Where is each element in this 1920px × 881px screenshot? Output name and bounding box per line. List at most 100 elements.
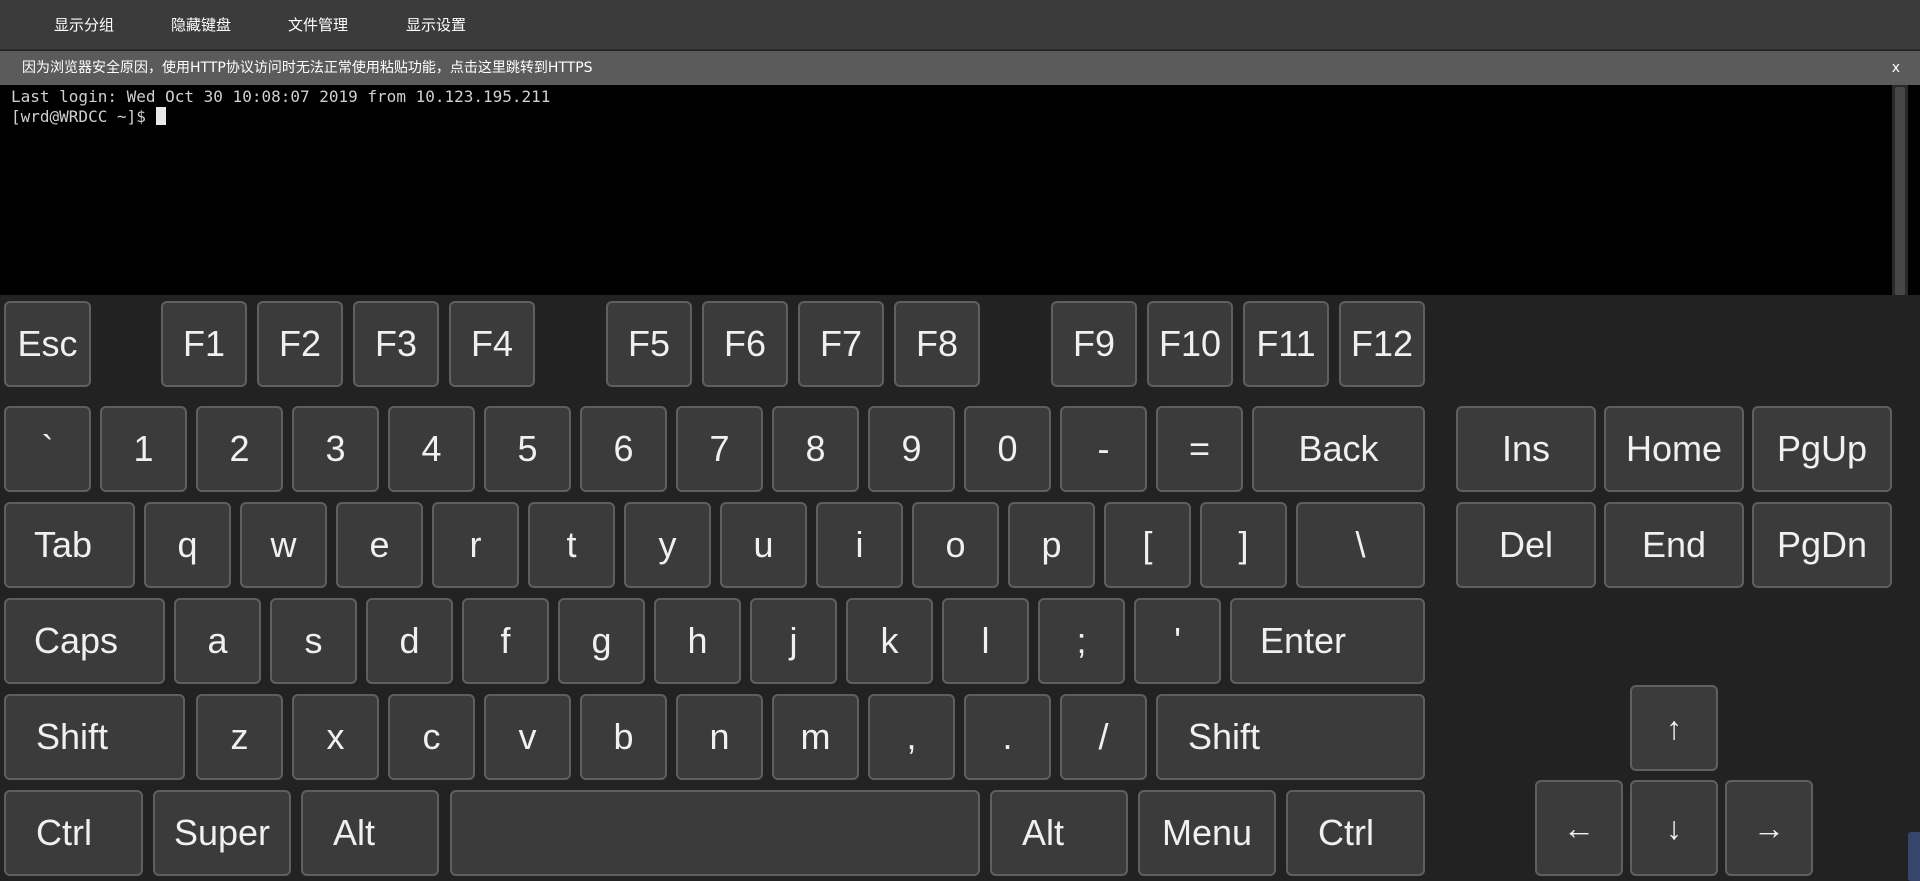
terminal-scrollbar-thumb[interactable] <box>1895 87 1905 295</box>
key-9[interactable]: 9 <box>868 406 955 492</box>
arrow-down-icon: ↓ <box>1666 809 1682 846</box>
key-r[interactable]: r <box>432 502 519 588</box>
key-arrow-up[interactable]: ↑ <box>1630 685 1718 771</box>
key-2[interactable]: 2 <box>196 406 283 492</box>
arrow-up-icon: ↑ <box>1666 709 1682 746</box>
menu-file-manager[interactable]: 文件管理 <box>288 0 348 50</box>
key-f8[interactable]: F8 <box>894 301 980 387</box>
key-p[interactable]: p <box>1008 502 1095 588</box>
key-menu[interactable]: Menu <box>1138 790 1276 876</box>
key-q[interactable]: q <box>144 502 231 588</box>
key-7[interactable]: 7 <box>676 406 763 492</box>
key-insert[interactable]: Ins <box>1456 406 1596 492</box>
key-0[interactable]: 0 <box>964 406 1051 492</box>
https-notice-text[interactable]: 因为浏览器安全原因，使用HTTP协议访问时无法正常使用粘贴功能，点击这里跳转到H… <box>22 51 593 85</box>
key-ctrl-left[interactable]: Ctrl <box>4 790 143 876</box>
key-f5[interactable]: F5 <box>606 301 692 387</box>
key-quote[interactable]: ' <box>1134 598 1221 684</box>
key-end[interactable]: End <box>1604 502 1744 588</box>
key-arrow-left[interactable]: ← <box>1535 780 1623 876</box>
menu-hide-keyboard[interactable]: 隐藏键盘 <box>171 0 231 50</box>
key-y[interactable]: y <box>624 502 711 588</box>
key-f2[interactable]: F2 <box>257 301 343 387</box>
key-alt-left[interactable]: Alt <box>301 790 439 876</box>
key-v[interactable]: v <box>484 694 571 780</box>
key-e[interactable]: e <box>336 502 423 588</box>
key-f12[interactable]: F12 <box>1339 301 1425 387</box>
key-page-up[interactable]: PgUp <box>1752 406 1892 492</box>
key-shift-right[interactable]: Shift <box>1156 694 1425 780</box>
virtual-keyboard: Esc F1 F2 F3 F4 F5 F6 F7 F8 F9 F10 F11 F… <box>0 295 1920 881</box>
key-u[interactable]: u <box>720 502 807 588</box>
key-backtick[interactable]: ` <box>4 406 91 492</box>
key-b[interactable]: b <box>580 694 667 780</box>
key-f7[interactable]: F7 <box>798 301 884 387</box>
terminal-output[interactable]: Last login: Wed Oct 30 10:08:07 2019 fro… <box>0 85 1920 295</box>
key-space[interactable] <box>450 790 980 876</box>
key-f9[interactable]: F9 <box>1051 301 1137 387</box>
key-arrow-right[interactable]: → <box>1725 780 1813 876</box>
key-1[interactable]: 1 <box>100 406 187 492</box>
key-x[interactable]: x <box>292 694 379 780</box>
key-f6[interactable]: F6 <box>702 301 788 387</box>
key-arrow-down[interactable]: ↓ <box>1630 780 1718 876</box>
terminal-scrollbar[interactable] <box>1892 85 1908 330</box>
key-l[interactable]: l <box>942 598 1029 684</box>
key-j[interactable]: j <box>750 598 837 684</box>
key-semicolon[interactable]: ; <box>1038 598 1125 684</box>
key-f1[interactable]: F1 <box>161 301 247 387</box>
key-super[interactable]: Super <box>153 790 291 876</box>
side-panel-handle[interactable] <box>1908 832 1920 881</box>
key-alt-right[interactable]: Alt <box>990 790 1128 876</box>
key-z[interactable]: z <box>196 694 283 780</box>
close-icon[interactable]: x <box>1892 51 1900 85</box>
key-tab[interactable]: Tab <box>4 502 135 588</box>
key-delete[interactable]: Del <box>1456 502 1596 588</box>
menu-display-settings[interactable]: 显示设置 <box>406 0 466 50</box>
key-g[interactable]: g <box>558 598 645 684</box>
key-f11[interactable]: F11 <box>1243 301 1329 387</box>
key-4[interactable]: 4 <box>388 406 475 492</box>
key-caps-lock[interactable]: Caps <box>4 598 165 684</box>
terminal-prompt: [wrd@WRDCC ~]$ <box>11 107 156 126</box>
key-esc[interactable]: Esc <box>4 301 91 387</box>
key-enter[interactable]: Enter <box>1230 598 1425 684</box>
key-f10[interactable]: F10 <box>1147 301 1233 387</box>
key-w[interactable]: w <box>240 502 327 588</box>
terminal-last-login-line: Last login: Wed Oct 30 10:08:07 2019 fro… <box>11 87 551 106</box>
key-backspace[interactable]: Back <box>1252 406 1425 492</box>
key-ctrl-right[interactable]: Ctrl <box>1286 790 1425 876</box>
https-notice-bar[interactable]: 因为浏览器安全原因，使用HTTP协议访问时无法正常使用粘贴功能，点击这里跳转到H… <box>0 51 1920 85</box>
key-home[interactable]: Home <box>1604 406 1744 492</box>
key-right-bracket[interactable]: ] <box>1200 502 1287 588</box>
key-left-bracket[interactable]: [ <box>1104 502 1191 588</box>
key-f3[interactable]: F3 <box>353 301 439 387</box>
key-s[interactable]: s <box>270 598 357 684</box>
key-i[interactable]: i <box>816 502 903 588</box>
key-3[interactable]: 3 <box>292 406 379 492</box>
key-6[interactable]: 6 <box>580 406 667 492</box>
key-5[interactable]: 5 <box>484 406 571 492</box>
key-shift-left[interactable]: Shift <box>4 694 185 780</box>
terminal-cursor <box>155 107 166 125</box>
key-8[interactable]: 8 <box>772 406 859 492</box>
key-period[interactable]: . <box>964 694 1051 780</box>
key-m[interactable]: m <box>772 694 859 780</box>
key-a[interactable]: a <box>174 598 261 684</box>
menu-show-groups[interactable]: 显示分组 <box>54 0 114 50</box>
key-backslash[interactable]: \ <box>1296 502 1425 588</box>
key-d[interactable]: d <box>366 598 453 684</box>
key-equals[interactable]: = <box>1156 406 1243 492</box>
key-comma[interactable]: , <box>868 694 955 780</box>
key-k[interactable]: k <box>846 598 933 684</box>
key-t[interactable]: t <box>528 502 615 588</box>
key-h[interactable]: h <box>654 598 741 684</box>
key-page-down[interactable]: PgDn <box>1752 502 1892 588</box>
key-f4[interactable]: F4 <box>449 301 535 387</box>
key-o[interactable]: o <box>912 502 999 588</box>
key-slash[interactable]: / <box>1060 694 1147 780</box>
key-minus[interactable]: - <box>1060 406 1147 492</box>
key-c[interactable]: c <box>388 694 475 780</box>
key-f[interactable]: f <box>462 598 549 684</box>
key-n[interactable]: n <box>676 694 763 780</box>
